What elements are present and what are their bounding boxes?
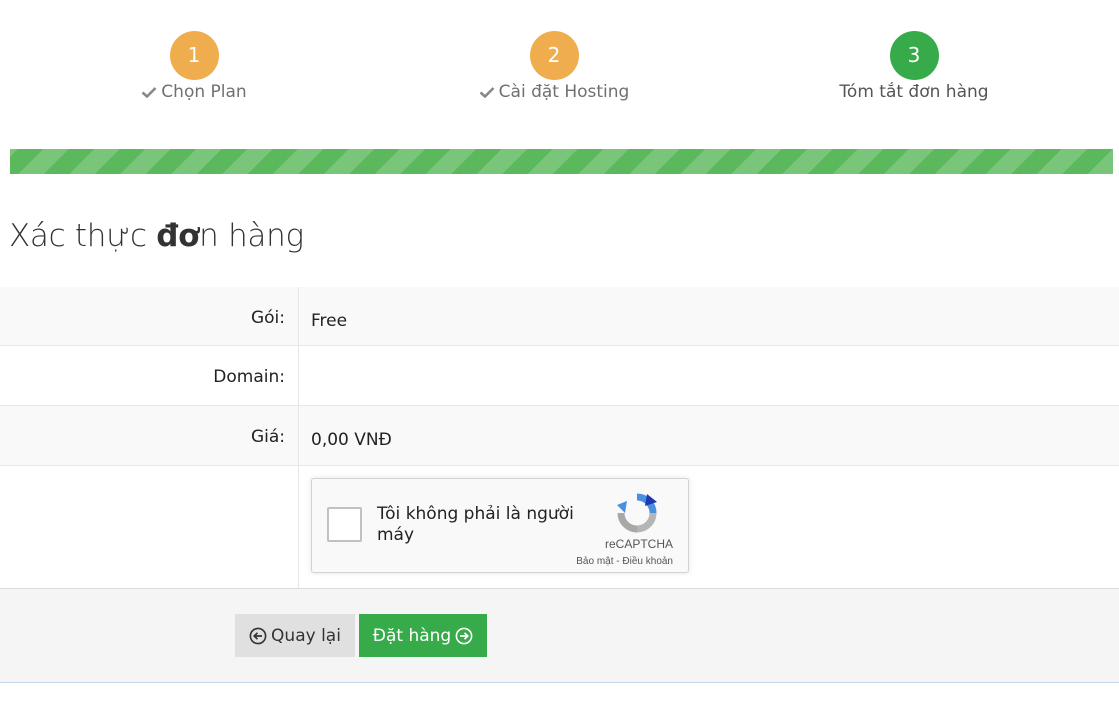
step-number-badge: 2 [529,31,579,80]
price-label: Giá: [0,406,299,465]
page-title-part1: Xác thực [9,218,157,254]
recaptcha-text: Tôi không phải là người máy [377,504,574,545]
step-choose-plan[interactable]: 1 Chọn Plan [74,31,314,102]
terms-link[interactable]: Điều khoản [622,556,673,567]
recaptcha-checkbox[interactable] [327,507,362,542]
privacy-link[interactable]: Bảo mật [576,556,613,567]
page-title-bold: đơ [156,218,200,254]
step-label-text: Tóm tắt đơn hàng [839,82,989,102]
place-order-button[interactable]: Đặt hàng [359,614,487,657]
circle-arrow-left-icon [249,627,267,644]
step-label: Tóm tắt đơn hàng [794,82,1034,102]
recaptcha-brand: reCAPTCHA [604,537,673,551]
package-value: Free [311,311,348,331]
step-hosting-setup[interactable]: 2 Cài đặt Hosting [434,31,674,102]
order-summary-table: Gói: Free Domain: Giá: 0,00 VNĐ Tôi khôn… [0,287,1119,589]
recaptcha-links: Bảo mật - Điều khoản [576,556,673,567]
captcha-label-cell [0,466,299,588]
step-number-badge: 1 [169,31,219,80]
order-steps: 1 Chọn Plan 2 Cài đặt Hosting 3 Tóm tắt … [0,0,1119,140]
recaptcha-widget: Tôi không phải là người máy reCAPTCHA Bả… [311,478,689,573]
step-number-badge: 3 [889,31,939,80]
package-label: Gói: [0,287,299,345]
step-label: Cài đặt Hosting [434,82,674,102]
domain-label: Domain: [0,346,299,405]
progress-fill [10,149,1113,174]
circle-arrow-right-icon [455,627,473,644]
back-button[interactable]: Quay lại [235,614,355,657]
table-row: Domain: [0,346,1119,406]
domain-value [299,346,1119,405]
back-button-label: Quay lại [271,625,341,646]
step-label-text: Chọn Plan [161,82,247,102]
step-label-text: Cài đặt Hosting [498,82,630,102]
page-title-part2: n hàng [199,218,304,254]
table-row: Giá: 0,00 VNĐ [0,406,1119,466]
step-order-summary: 3 Tóm tắt đơn hàng [794,31,1034,102]
form-actions: Quay lại Đặt hàng [0,589,1119,683]
place-order-button-label: Đặt hàng [372,625,452,646]
step-label: Chọn Plan [74,82,314,102]
check-icon [141,87,157,98]
order-progress-bar [10,149,1113,174]
table-row: Gói: Free [0,287,1119,346]
price-value: 0,00 VNĐ [311,430,392,450]
recaptcha-logo-icon [617,493,657,533]
page-title: Xác thực đơn hàng [9,218,304,254]
check-icon [479,87,495,98]
